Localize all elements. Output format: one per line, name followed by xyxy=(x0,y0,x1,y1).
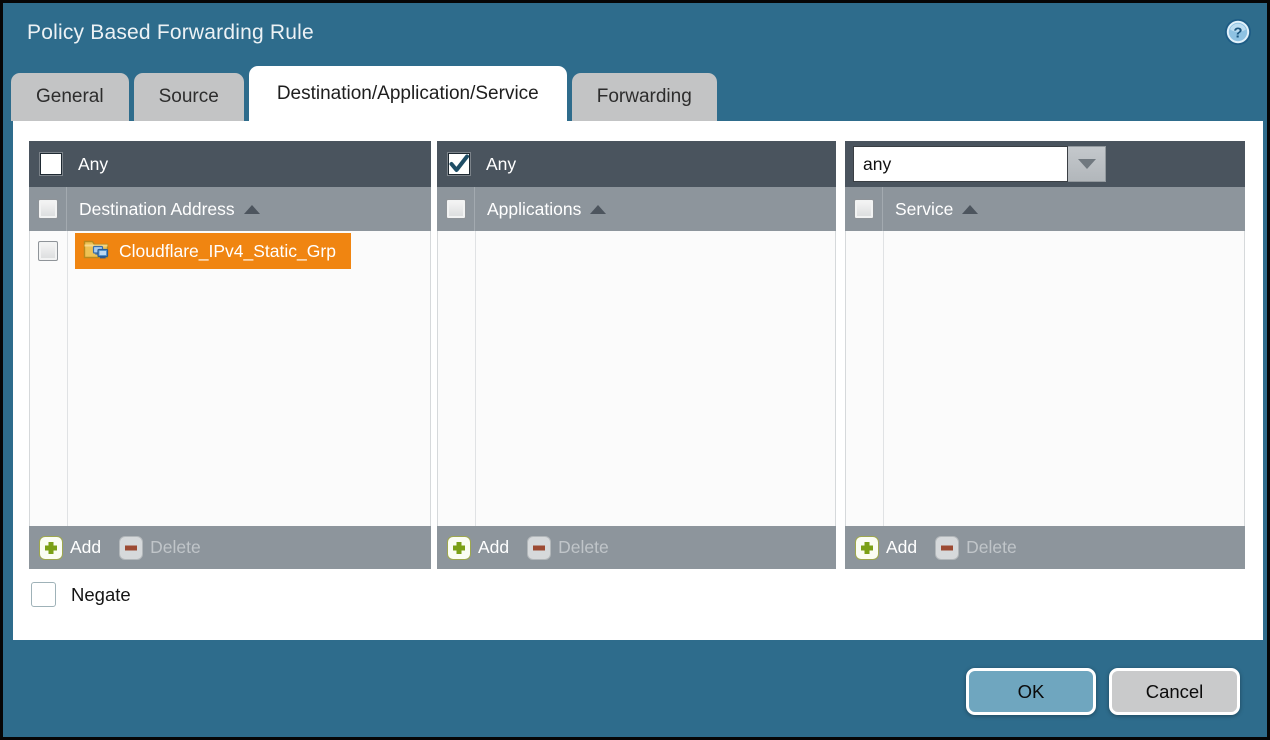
service-select-all-checkbox[interactable] xyxy=(854,199,874,219)
destination-header-label[interactable]: Destination Address xyxy=(79,199,235,220)
service-dropdown-bar xyxy=(845,141,1245,187)
delete-minus-icon xyxy=(527,536,551,560)
service-footer: Add Delete xyxy=(845,526,1245,569)
service-select-all-cell xyxy=(845,187,883,231)
delete-minus-icon xyxy=(119,536,143,560)
delete-button-label: Delete xyxy=(966,537,1017,558)
checkbox-column-divider xyxy=(883,231,884,526)
chevron-down-icon xyxy=(1078,159,1096,169)
applications-any-checkbox[interactable] xyxy=(448,153,470,175)
applications-list xyxy=(437,231,836,526)
applications-column: Any Applications Add xyxy=(437,141,836,569)
destination-select-all-checkbox[interactable] xyxy=(38,199,58,219)
service-column-header: Service xyxy=(845,187,1245,231)
applications-select-all-cell xyxy=(437,187,475,231)
destination-any-checkbox[interactable] xyxy=(40,153,62,175)
tab-forwarding[interactable]: Forwarding xyxy=(572,73,717,121)
destination-footer: Add Delete xyxy=(29,526,431,569)
applications-delete-button[interactable]: Delete xyxy=(527,536,609,560)
applications-footer: Add Delete xyxy=(437,526,836,569)
sort-ascending-icon xyxy=(590,205,606,214)
applications-any-label: Any xyxy=(486,154,516,175)
help-icon[interactable]: ? xyxy=(1224,18,1252,46)
applications-any-bar: Any xyxy=(437,141,836,187)
checkbox-column-divider xyxy=(475,231,476,526)
destination-add-button[interactable]: Add xyxy=(39,536,101,560)
address-group-icon xyxy=(83,237,110,265)
checkbox-column-divider xyxy=(67,231,68,526)
sort-ascending-icon xyxy=(244,205,260,214)
delete-minus-icon xyxy=(935,536,959,560)
add-plus-icon xyxy=(447,536,471,560)
destination-list: Cloudflare_IPv4_Static_Grp xyxy=(29,231,431,526)
service-delete-button[interactable]: Delete xyxy=(935,536,1017,560)
destination-any-label: Any xyxy=(78,154,108,175)
svg-text:?: ? xyxy=(1233,25,1242,42)
title-bar: Policy Based Forwarding Rule ? xyxy=(3,3,1267,63)
delete-button-label: Delete xyxy=(150,537,201,558)
service-dropdown-input[interactable] xyxy=(853,146,1068,182)
tab-destination-application-service[interactable]: Destination/Application/Service xyxy=(249,66,567,121)
add-plus-icon xyxy=(855,536,879,560)
tab-general[interactable]: General xyxy=(11,73,129,121)
delete-button-label: Delete xyxy=(558,537,609,558)
tab-content-panel: Any Destination Address xyxy=(13,121,1263,640)
add-button-label: Add xyxy=(70,537,101,558)
destination-address-entry[interactable]: Cloudflare_IPv4_Static_Grp xyxy=(75,233,351,269)
applications-header-label[interactable]: Applications xyxy=(487,199,581,220)
tab-bar: General Source Destination/Application/S… xyxy=(11,66,722,121)
applications-column-header: Applications xyxy=(437,187,836,231)
negate-checkbox[interactable] xyxy=(31,582,56,607)
sort-ascending-icon xyxy=(962,205,978,214)
service-add-button[interactable]: Add xyxy=(855,536,917,560)
ok-button[interactable]: OK xyxy=(966,668,1096,715)
service-dropdown-button[interactable] xyxy=(1068,146,1106,182)
destination-address-name: Cloudflare_IPv4_Static_Grp xyxy=(119,241,336,262)
destination-select-all-cell xyxy=(29,187,67,231)
negate-label: Negate xyxy=(71,584,131,606)
row-checkbox[interactable] xyxy=(38,241,58,261)
add-button-label: Add xyxy=(886,537,917,558)
add-plus-icon xyxy=(39,536,63,560)
cancel-button[interactable]: Cancel xyxy=(1109,668,1240,715)
dialog-title: Policy Based Forwarding Rule xyxy=(27,21,314,45)
destination-delete-button[interactable]: Delete xyxy=(119,536,201,560)
destination-any-bar: Any xyxy=(29,141,431,187)
policy-based-forwarding-dialog: Policy Based Forwarding Rule ? General S… xyxy=(0,0,1270,740)
applications-select-all-checkbox[interactable] xyxy=(446,199,466,219)
service-column: Service Add Delete xyxy=(845,141,1245,569)
tab-source[interactable]: Source xyxy=(134,73,244,121)
negate-row: Negate xyxy=(31,582,131,607)
service-header-label[interactable]: Service xyxy=(895,199,953,220)
table-row: Cloudflare_IPv4_Static_Grp xyxy=(30,231,430,271)
destination-address-column: Any Destination Address xyxy=(29,141,431,569)
add-button-label: Add xyxy=(478,537,509,558)
applications-add-button[interactable]: Add xyxy=(447,536,509,560)
service-list xyxy=(845,231,1245,526)
service-combo xyxy=(853,146,1106,182)
destination-column-header: Destination Address xyxy=(29,187,431,231)
